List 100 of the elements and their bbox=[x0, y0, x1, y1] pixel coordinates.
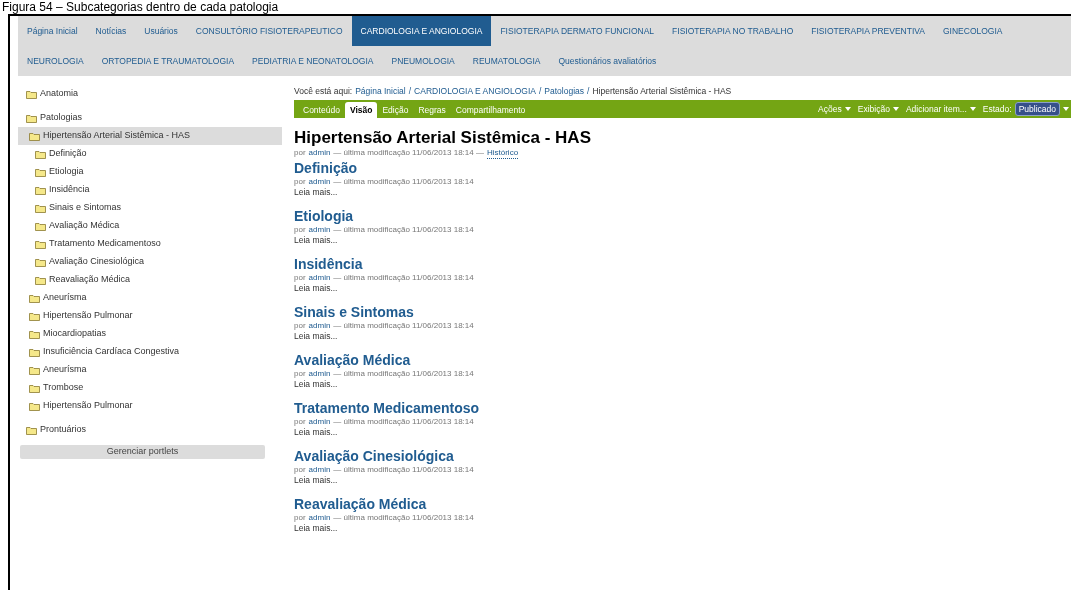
breadcrumb-current: Hipertensão Arterial Sistêmica - HAS bbox=[592, 85, 732, 98]
nav-tab[interactable]: CARDIOLOGIA E ANGIOLOGIA bbox=[351, 16, 492, 46]
nav-tab[interactable]: FISIOTERAPIA NO TRABALHO bbox=[663, 16, 803, 46]
byline-text: — última modificação 11/06/2013 18:14 bbox=[333, 177, 474, 187]
tree-item[interactable]: Avaliação Cinesiológica bbox=[18, 253, 282, 271]
read-more-link[interactable]: Leia mais... bbox=[294, 523, 1071, 534]
nav-tab[interactable]: FISIOTERAPIA PREVENTIVA bbox=[802, 16, 934, 46]
folder-icon bbox=[26, 113, 37, 123]
read-more-link[interactable]: Leia mais... bbox=[294, 475, 1071, 486]
edit-tab[interactable]: Visão bbox=[344, 102, 378, 118]
nav-tab[interactable]: REUMATOLOGIA bbox=[463, 46, 550, 76]
tree-item[interactable]: Hipertensão Arterial Sistêmica - HAS bbox=[18, 127, 282, 145]
author-link[interactable]: admin bbox=[308, 513, 331, 523]
nav-tab[interactable]: NEUROLOGIA bbox=[18, 46, 93, 76]
history-link[interactable]: Histórico bbox=[486, 148, 519, 159]
folder-icon bbox=[29, 131, 40, 141]
manage-portlets-button[interactable]: Gerenciar portlets bbox=[20, 445, 265, 459]
item-title-link[interactable]: Avaliação Médica bbox=[294, 352, 1071, 369]
author-link[interactable]: admin bbox=[308, 465, 331, 475]
read-more-link[interactable]: Leia mais... bbox=[294, 427, 1071, 438]
author-link[interactable]: admin bbox=[308, 177, 331, 187]
breadcrumb-separator: / bbox=[587, 85, 590, 98]
state-label: Estado: bbox=[982, 102, 1012, 116]
folder-icon bbox=[29, 293, 40, 303]
tree-item[interactable]: Hipertensão Pulmonar bbox=[18, 397, 282, 415]
author-link[interactable]: admin bbox=[308, 369, 331, 379]
tree-item[interactable]: Aneurísma bbox=[18, 289, 282, 307]
breadcrumb-separator: / bbox=[538, 85, 542, 98]
author-link[interactable]: admin bbox=[308, 148, 331, 159]
folder-icon bbox=[26, 425, 37, 435]
tree-item[interactable]: Etiologia bbox=[18, 163, 282, 181]
breadcrumb-label: Você está aqui: bbox=[294, 85, 353, 98]
folder-icon bbox=[29, 329, 40, 339]
breadcrumb-separator: / bbox=[408, 85, 412, 98]
breadcrumb-link[interactable]: Patologias bbox=[544, 85, 585, 98]
nav-tab[interactable]: CONSULTÓRIO FISIOTERAPEUTICO bbox=[186, 16, 352, 46]
byline-text: por bbox=[294, 177, 306, 187]
tree-item[interactable]: Definição bbox=[18, 145, 282, 163]
item-title-link[interactable]: Reavaliação Médica bbox=[294, 496, 1071, 513]
nav-tab[interactable]: Notícias bbox=[86, 16, 136, 46]
tree-item[interactable]: Tratamento Medicamentoso bbox=[18, 235, 282, 253]
read-more-link[interactable]: Leia mais... bbox=[294, 187, 1071, 198]
byline-text: por bbox=[294, 465, 306, 475]
breadcrumb-link[interactable]: CARDIOLOGIA E ANGIOLOGIA bbox=[414, 85, 536, 98]
tree-item[interactable]: Patologias bbox=[18, 109, 282, 127]
author-link[interactable]: admin bbox=[308, 273, 331, 283]
byline-text: por bbox=[294, 273, 306, 283]
page-title: Hipertensão Arterial Sistêmica - HAS bbox=[294, 128, 592, 148]
nav-tab[interactable]: Questionários avaliatórios bbox=[549, 46, 666, 76]
tree-item[interactable]: Miocardiopatias bbox=[18, 325, 282, 343]
item-title-link[interactable]: Etiologia bbox=[294, 208, 1071, 225]
item-title-link[interactable]: Definição bbox=[294, 160, 1071, 177]
byline-text: por bbox=[294, 148, 306, 159]
byline-text: — última modificação 11/06/2013 18:14 bbox=[333, 225, 474, 235]
byline-text: por bbox=[294, 321, 306, 331]
folder-icon bbox=[35, 275, 46, 285]
byline-text: — última modificação 11/06/2013 18:14 — bbox=[333, 148, 484, 159]
tree-item[interactable]: Hipertensão Pulmonar bbox=[18, 307, 282, 325]
caret-icon bbox=[892, 107, 899, 111]
folder-icon bbox=[29, 401, 40, 411]
folder-icon bbox=[29, 311, 40, 321]
author-link[interactable]: admin bbox=[308, 321, 331, 331]
folder-icon bbox=[35, 185, 46, 195]
folder-icon bbox=[35, 203, 46, 213]
tree-item[interactable]: Prontuários bbox=[18, 421, 282, 439]
nav-tab[interactable]: PEDIATRIA E NEONATOLOGIA bbox=[243, 46, 383, 76]
tree-item[interactable]: Anatomia bbox=[18, 85, 282, 103]
tree-item[interactable]: Reavaliação Médica bbox=[18, 271, 282, 289]
nav-tab[interactable]: GINECOLOGIA bbox=[934, 16, 1012, 46]
nav-tab[interactable]: PNEUMOLOGIA bbox=[382, 46, 464, 76]
nav-tab[interactable]: Página Inicial bbox=[18, 16, 87, 46]
item-title-link[interactable]: Tratamento Medicamentoso bbox=[294, 400, 1071, 417]
nav-tab[interactable]: ORTOPEDIA E TRAUMATOLOGIA bbox=[92, 46, 244, 76]
figure-caption: Figura 54 – Subcategorias dentro de cada patologia bbox=[2, 0, 279, 14]
tree-item[interactable]: Avaliação Médica bbox=[18, 217, 282, 235]
nav-tab[interactable]: Usuários bbox=[135, 16, 187, 46]
nav-tab[interactable]: FISIOTERAPIA DERMATO FUNCIONAL bbox=[491, 16, 664, 46]
read-more-link[interactable]: Leia mais... bbox=[294, 235, 1071, 246]
tree-item[interactable]: Insuficiência Cardíaca Congestiva bbox=[18, 343, 282, 361]
breadcrumb-link[interactable]: Página Inicial bbox=[355, 85, 406, 98]
item-title-link[interactable]: Insidência bbox=[294, 256, 1071, 273]
folder-icon bbox=[29, 383, 40, 393]
tree-item[interactable]: Sinais e Sintomas bbox=[18, 199, 282, 217]
item-title-link[interactable]: Avaliação Cinesiológica bbox=[294, 448, 1071, 465]
folder-icon bbox=[35, 167, 46, 177]
author-link[interactable]: admin bbox=[308, 417, 331, 427]
folder-icon bbox=[35, 221, 46, 231]
folder-icon bbox=[29, 347, 40, 357]
read-more-link[interactable]: Leia mais... bbox=[294, 283, 1071, 294]
folder-icon bbox=[35, 149, 46, 159]
tree-item[interactable]: Trombose bbox=[18, 379, 282, 397]
item-title-link[interactable]: Sinais e Sintomas bbox=[294, 304, 1071, 321]
byline-text: — última modificação 11/06/2013 18:14 bbox=[333, 513, 474, 523]
caret-icon bbox=[844, 107, 851, 111]
read-more-link[interactable]: Leia mais... bbox=[294, 331, 1071, 342]
read-more-link[interactable]: Leia mais... bbox=[294, 379, 1071, 390]
author-link[interactable]: admin bbox=[308, 225, 331, 235]
tree-item[interactable]: Aneurísma bbox=[18, 361, 282, 379]
byline-text: — última modificação 11/06/2013 18:14 bbox=[333, 273, 474, 283]
tree-item[interactable]: Insidência bbox=[18, 181, 282, 199]
